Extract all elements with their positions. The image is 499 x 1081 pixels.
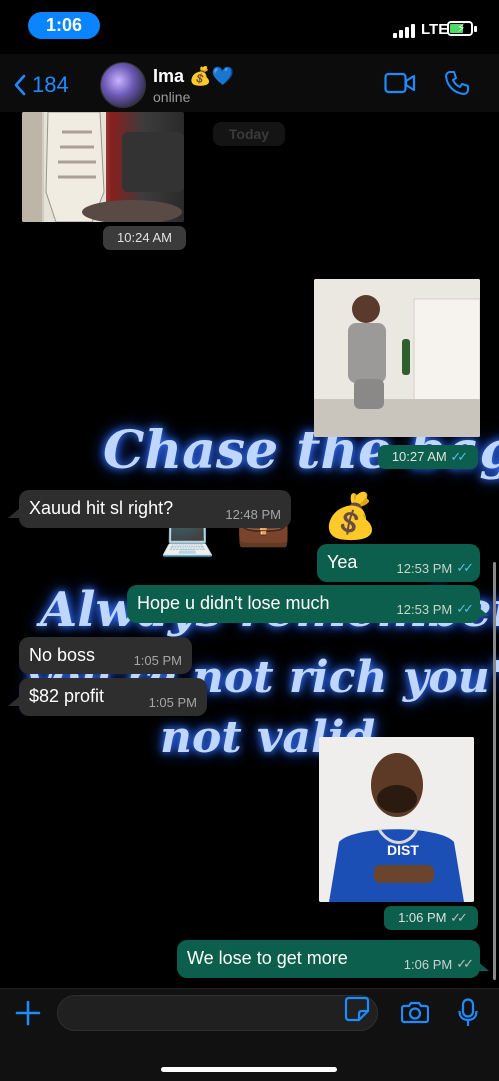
- chat-header: 184 Ima 💰💙 online: [0, 54, 499, 113]
- microphone-icon[interactable]: [458, 998, 478, 1028]
- message-text: $82 profit: [29, 686, 105, 706]
- presence-status: online: [153, 89, 191, 105]
- phone-call-icon[interactable]: [444, 70, 470, 96]
- battery-tip: [474, 26, 477, 32]
- message-time: 1:05 PM: [133, 653, 182, 668]
- message-list[interactable]: Chase the bag Always remember if you're …: [0, 112, 499, 988]
- read-receipt-icon: ✓✓: [456, 601, 474, 616]
- message-time: 1:06 PM: [403, 956, 453, 972]
- read-receipt-icon: ✓✓: [456, 560, 474, 575]
- delivered-receipt-icon: ✓✓: [456, 956, 474, 971]
- video-call-icon[interactable]: [384, 72, 416, 94]
- contact-name: Ima: [153, 66, 185, 86]
- message-meta: 12:53 PM ✓✓: [396, 560, 474, 576]
- incoming-text-message[interactable]: $82 profit 1:05 PM: [19, 678, 207, 716]
- message-time: 12:53 PM: [396, 560, 453, 576]
- contact-avatar[interactable]: [100, 62, 146, 108]
- incoming-text-message[interactable]: Xauud hit sl right? 12:48 PM: [19, 490, 291, 528]
- incoming-image-message[interactable]: [22, 112, 184, 222]
- delivered-receipt-icon: ✓✓: [450, 910, 468, 925]
- message-text: Hope u didn't lose much: [137, 593, 330, 613]
- message-time: 1:06 PM: [398, 910, 447, 925]
- message-input-field[interactable]: [57, 995, 378, 1032]
- message-meta: 1:06 PM ✓✓: [384, 906, 478, 930]
- message-meta: 12:53 PM ✓✓: [396, 601, 474, 617]
- contact-name-row[interactable]: Ima 💰💙: [153, 66, 234, 87]
- status-time: 1:06: [28, 12, 100, 39]
- wallpaper-moneybag-icon: 💰: [323, 492, 378, 541]
- battery-icon: ⚡: [447, 21, 473, 36]
- message-time: 12:48 PM: [225, 507, 281, 522]
- outgoing-text-message[interactable]: Hope u didn't lose much 12:53 PM ✓✓: [127, 585, 480, 623]
- message-text: We lose to get more: [187, 948, 348, 968]
- read-receipt-icon: ✓✓: [450, 449, 468, 464]
- message-input[interactable]: [72, 996, 336, 1032]
- back-unread-count: 184: [32, 72, 69, 97]
- network-type: LTE: [421, 21, 449, 38]
- photo-person-room: [22, 112, 184, 222]
- outgoing-text-message[interactable]: Yea 12:53 PM ✓✓: [317, 544, 480, 582]
- scrollbar[interactable]: [493, 562, 496, 980]
- outgoing-text-message[interactable]: We lose to get more 1:06 PM ✓✓: [177, 940, 480, 978]
- date-separator: Today: [213, 122, 285, 146]
- plus-icon[interactable]: [14, 999, 42, 1027]
- photo-toddler-couch: [314, 279, 480, 437]
- compose-bar: [0, 988, 499, 1081]
- message-time: 10:24 AM: [103, 226, 186, 250]
- message-text: Yea: [327, 552, 358, 572]
- camera-icon[interactable]: [401, 1000, 429, 1024]
- incoming-text-message[interactable]: No boss 1:05 PM: [19, 637, 192, 674]
- cellular-signal-icon: [393, 22, 417, 38]
- message-text: Xauud hit sl right?: [29, 498, 174, 518]
- message-time: 10:27 AM: [391, 449, 447, 464]
- message-time: 12:53 PM: [396, 601, 453, 617]
- contact-emojis: 💰💙: [189, 66, 234, 86]
- back-chevron-icon: [14, 74, 26, 96]
- sweatshirt-logo-text: DIST: [387, 842, 419, 858]
- status-bar: 1:06 LTE ⚡: [0, 0, 499, 54]
- message-text: No boss: [29, 645, 96, 665]
- message-meta: 10:27 AM ✓✓: [378, 445, 478, 469]
- message-meta: 1:06 PM ✓✓: [403, 956, 474, 972]
- message-time: 1:05 PM: [148, 695, 197, 710]
- photo-man-blue-sweatshirt: DIST: [319, 737, 474, 902]
- outgoing-image-message[interactable]: DIST: [319, 737, 474, 902]
- outgoing-image-message[interactable]: [314, 279, 480, 437]
- sticker-icon[interactable]: [344, 996, 370, 1022]
- home-indicator[interactable]: [161, 1067, 337, 1072]
- back-button[interactable]: 184: [14, 72, 69, 98]
